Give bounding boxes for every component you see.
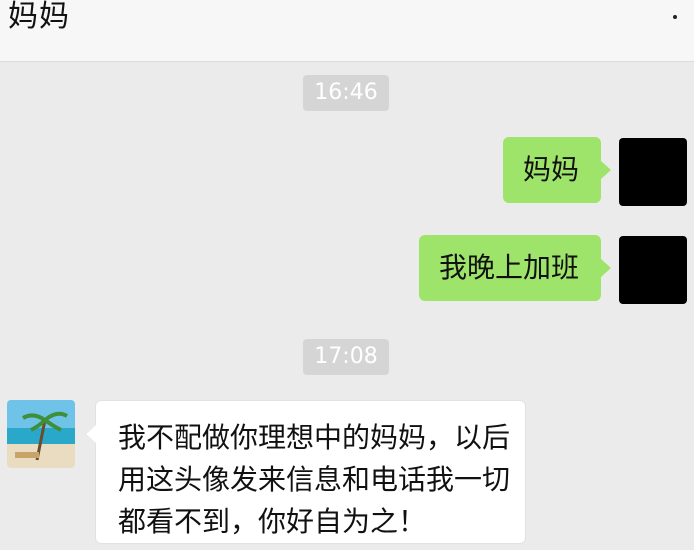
message-line: 都看不到，你好自为之！ xyxy=(118,505,427,538)
chat-header: 妈妈 xyxy=(0,0,694,62)
message-text: 我晚上加班 xyxy=(439,251,580,284)
self-avatar[interactable] xyxy=(619,138,687,206)
more-dots-icon[interactable] xyxy=(668,10,682,24)
more-dot xyxy=(673,15,677,19)
message-timestamp: 17:08 xyxy=(303,339,389,375)
sent-message-bubble[interactable]: 我晚上加班 xyxy=(419,235,611,301)
contact-avatar[interactable] xyxy=(7,400,75,468)
received-message-bubble[interactable]: 我不配做你理想中的妈妈，以后 用这头像发来信息和电话我一切 都看不到，你好自为之… xyxy=(85,400,526,544)
message-line: 我不配做你理想中的妈妈，以后 xyxy=(118,421,511,454)
beach-avatar-image xyxy=(7,400,75,468)
message-timestamp: 16:46 xyxy=(303,75,389,111)
message-line: 用这头像发来信息和电话我一切 xyxy=(118,463,511,496)
sent-message-bubble[interactable]: 妈妈 xyxy=(503,137,611,203)
message-text: 妈妈 xyxy=(523,153,580,186)
self-avatar[interactable] xyxy=(619,236,687,304)
chat-title: 妈妈 xyxy=(8,0,70,34)
